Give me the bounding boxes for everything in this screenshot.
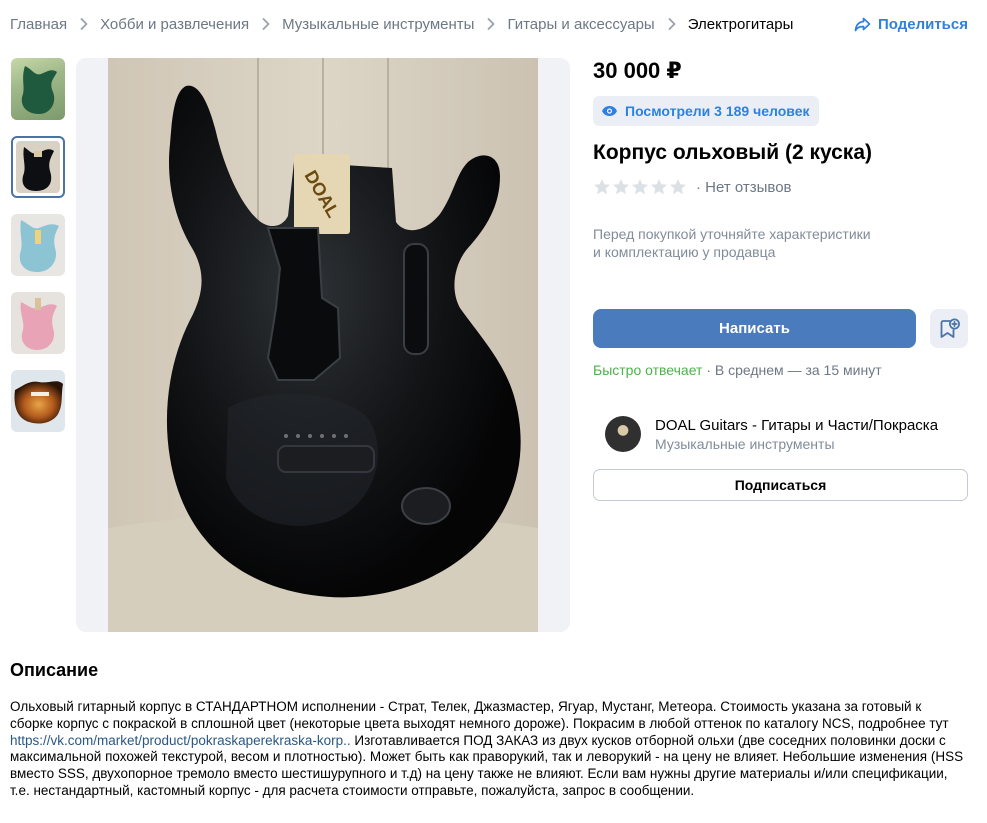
chevron-right-icon: [488, 18, 495, 30]
response-avg: · В среднем — за 15 минут: [702, 362, 882, 378]
chevron-right-icon: [668, 18, 676, 30]
thumbnail-list: [11, 58, 67, 448]
chevron-right-icon: [262, 18, 270, 30]
views-badge: Посмотрели 3 189 человек: [593, 96, 819, 126]
main-image-area[interactable]: DOAL: [76, 58, 570, 632]
description-text: Ольховый гитарный корпус в СТАНДАРТНОМ и…: [10, 699, 965, 800]
eye-icon: [602, 106, 617, 116]
purchase-note: Перед покупкой уточняйте характеристики …: [593, 225, 913, 261]
star-icon: [670, 179, 686, 195]
breadcrumb-home[interactable]: Главная: [10, 16, 67, 33]
breadcrumb-instruments[interactable]: Музыкальные инструменты: [282, 16, 474, 33]
thumbnail-green-body[interactable]: [11, 58, 65, 120]
breadcrumb-hobby[interactable]: Хобби и развлечения: [100, 16, 249, 33]
breadcrumb: Главная Хобби и развлечения Музыкальные …: [10, 14, 793, 34]
breadcrumb-current: Электрогитары: [687, 15, 794, 33]
rating[interactable]: · Нет отзывов: [593, 177, 792, 197]
response-info: Быстро отвечает · В среднем — за 15 мину…: [593, 362, 882, 378]
write-button[interactable]: Написать: [593, 309, 916, 348]
breadcrumb-guitars[interactable]: Гитары и аксессуары: [507, 16, 654, 33]
description-title: Описание: [10, 660, 99, 680]
avatar[interactable]: [605, 416, 641, 452]
share-label: Поделиться: [877, 15, 968, 33]
reviews-label: · Нет отзывов: [696, 178, 792, 196]
subscribe-button[interactable]: Подписаться: [593, 469, 968, 501]
views-count: Посмотрели 3 189 человек: [625, 103, 810, 119]
bookmark-add-icon: [940, 318, 960, 338]
thumbnail-blue-body[interactable]: [11, 214, 65, 276]
thumbnail-sunburst-body[interactable]: [11, 370, 65, 432]
star-icon: [632, 179, 648, 195]
thumbnail-black-body[interactable]: [11, 136, 65, 198]
star-icon: [651, 179, 667, 195]
seller-category: Музыкальные инструменты: [655, 436, 835, 452]
guitar-body-photo[interactable]: DOAL: [108, 58, 538, 632]
thumbnail-pink-body[interactable]: [11, 292, 65, 354]
response-fast: Быстро отвечает: [593, 362, 703, 378]
product-title: Корпус ольховый (2 куска): [593, 141, 872, 164]
note-line-1: Перед покупкой уточняйте характеристики: [593, 226, 871, 242]
description-link[interactable]: https://vk.com/market/product/pokraskape…: [10, 733, 351, 748]
star-icon: [613, 179, 629, 195]
price: 30 000 ₽: [593, 58, 682, 83]
share-button[interactable]: Поделиться: [854, 14, 968, 34]
note-line-2: и комплектацию у продавца: [593, 244, 776, 260]
star-icon: [594, 179, 610, 195]
seller-card[interactable]: DOAL Guitars - Гитары и Части/Покраска М…: [605, 416, 938, 453]
description-text-part1: Ольховый гитарный корпус в СТАНДАРТНОМ и…: [10, 699, 949, 731]
seller-name[interactable]: DOAL Guitars - Гитары и Части/Покраска: [655, 416, 938, 435]
share-icon: [854, 17, 871, 31]
chevron-right-icon: [80, 18, 88, 30]
bookmark-button[interactable]: [930, 309, 968, 348]
